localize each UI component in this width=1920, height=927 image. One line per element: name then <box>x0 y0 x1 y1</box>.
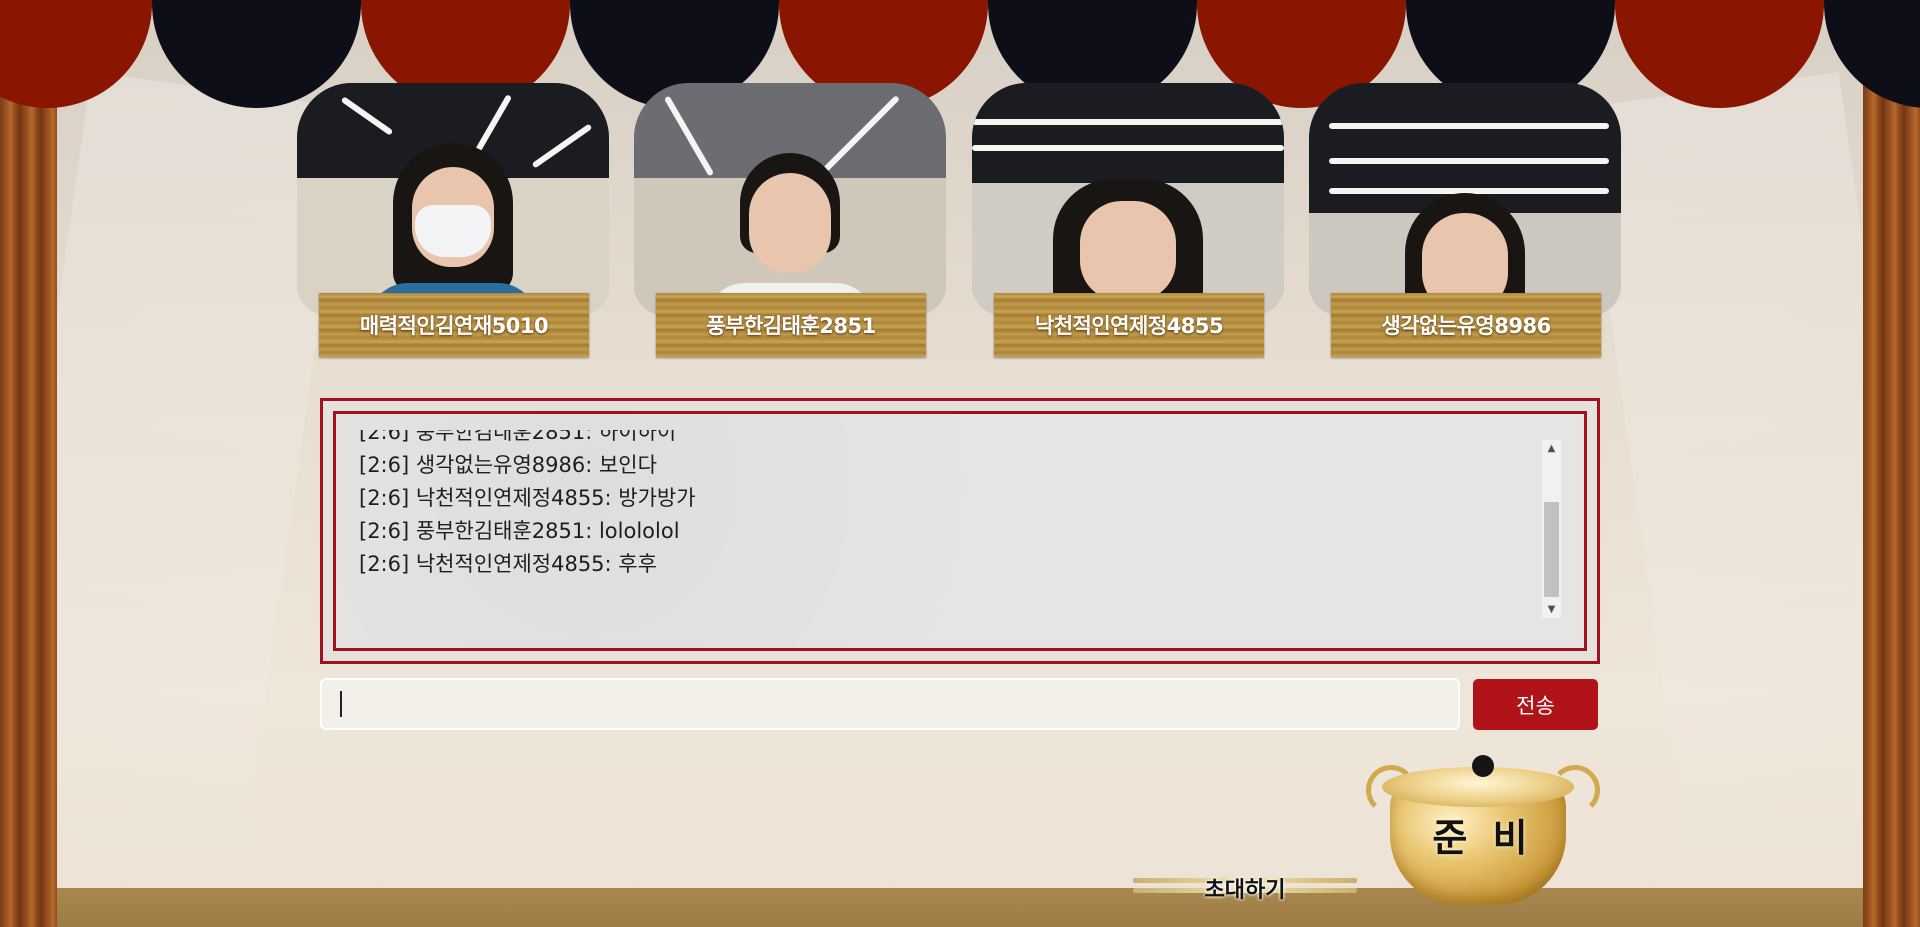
participant-name-plaque: 낙천적인연제정4855 <box>994 293 1264 357</box>
right-curtain-pole <box>1863 0 1920 927</box>
chat-message: [2:6] 낙천적인연제정4855: 후후 <box>359 552 657 576</box>
text-caret <box>340 691 342 717</box>
ready-label: 준 비 <box>1432 816 1534 860</box>
chat-message: [2:6] 낙천적인연제정4855: 방가방가 <box>359 486 696 510</box>
ready-button[interactable]: 준 비 <box>1366 755 1600 905</box>
chat-input[interactable] <box>320 678 1460 730</box>
chat-panel: [2:6] 풍부한김태훈2851: 하이하이 [2:6] 생각없는유영8986:… <box>320 398 1600 664</box>
participant-video <box>972 83 1284 315</box>
participant-tile: 낙천적인연제정4855 <box>972 83 1284 363</box>
chat-scrollbar[interactable]: ▲ ▼ <box>1542 440 1561 618</box>
valance-scallop <box>1824 0 1920 108</box>
send-button[interactable]: 전송 <box>1473 679 1598 730</box>
chat-log[interactable]: [2:6] 풍부한김태훈2851: 하이하이 [2:6] 생각없는유영8986:… <box>359 430 1539 600</box>
chat-message: [2:6] 풍부한김태훈2851: lolololol <box>359 519 680 543</box>
curtain-valance <box>0 0 1920 110</box>
participant-tile: 매력적인김연재5010 <box>297 83 609 363</box>
scrollbar-thumb[interactable] <box>1544 502 1559 597</box>
participant-video <box>1309 83 1621 315</box>
chat-message: [2:6] 생각없는유영8986: 보인다 <box>359 453 657 477</box>
participant-video <box>634 83 946 315</box>
participant-name-plaque: 생각없는유영8986 <box>1331 293 1601 357</box>
invite-button[interactable]: 초대하기 <box>1133 872 1357 903</box>
valance-scallop <box>1615 0 1824 108</box>
chat-message: [2:6] 풍부한김태훈2851: 하이하이 <box>359 430 677 444</box>
participant-tile: 생각없는유영8986 <box>1309 83 1621 363</box>
pot-knob <box>1472 755 1494 777</box>
left-curtain-pole <box>0 0 57 927</box>
triangle-down-icon[interactable]: ▼ <box>1542 601 1561 618</box>
participant-name-plaque: 풍부한김태훈2851 <box>656 293 926 357</box>
invite-label: 초대하기 <box>1204 878 1286 903</box>
participant-tile: 풍부한김태훈2851 <box>634 83 946 363</box>
triangle-up-icon[interactable]: ▲ <box>1542 440 1561 457</box>
participant-name-plaque: 매력적인김연재5010 <box>319 293 589 357</box>
chat-panel-inner: [2:6] 풍부한김태훈2851: 하이하이 [2:6] 생각없는유영8986:… <box>333 411 1587 651</box>
valance-scallop <box>0 0 152 108</box>
participant-video <box>297 83 609 315</box>
